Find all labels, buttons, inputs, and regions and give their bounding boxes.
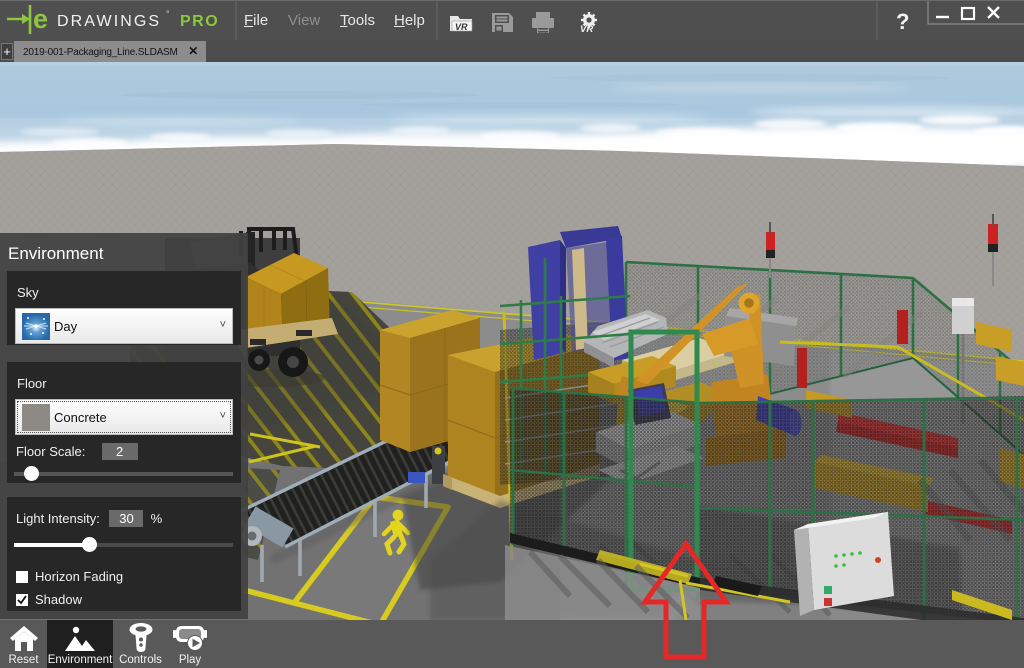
svg-text:?: ?: [896, 9, 909, 34]
svg-text:PRO: PRO: [180, 13, 219, 30]
svg-text:DRAWINGS: DRAWINGS: [57, 13, 161, 30]
svg-text:e: e: [33, 4, 48, 34]
svg-text:°: °: [166, 9, 170, 19]
svg-text:VR: VR: [580, 24, 593, 35]
svg-text:VR: VR: [455, 22, 468, 32]
